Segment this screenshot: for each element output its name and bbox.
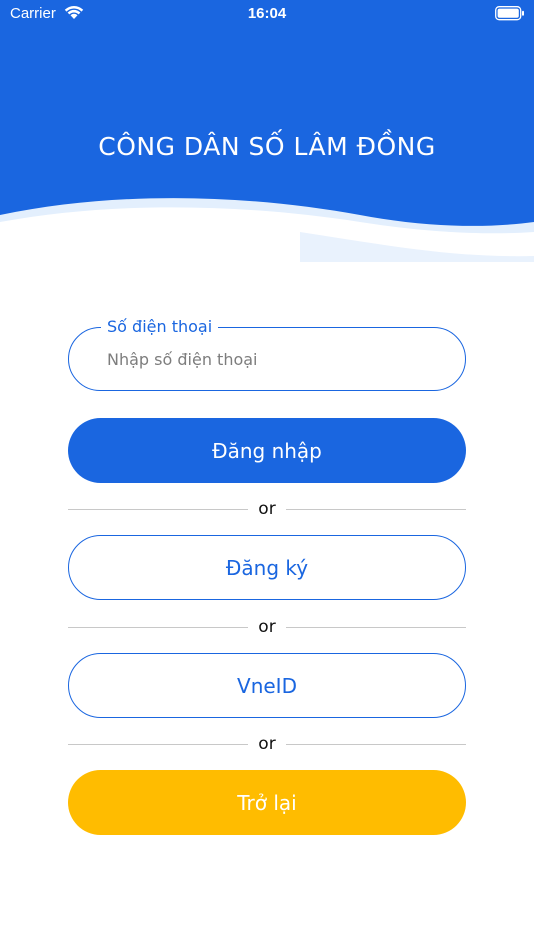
or-divider: or [68,733,466,757]
phone-field-label: Số điện thoại [101,316,219,338]
vneid-button[interactable]: VneID [68,653,466,718]
status-bar: Carrier 16:04 [0,0,534,28]
divider-line [286,744,466,745]
register-button[interactable]: Đăng ký [68,535,466,600]
or-divider: or [68,498,466,522]
or-divider: or [68,616,466,640]
header-banner: Carrier 16:04 CÔNG DÂN SỐ LÂM ĐỒNG [0,0,534,262]
divider-line [286,509,466,510]
clock: 16:04 [247,5,287,22]
phone-field: Số điện thoại [68,316,466,391]
back-button[interactable]: Trở lại [68,770,466,835]
header-wave-background [0,0,534,262]
login-screen: Carrier 16:04 CÔNG DÂN SỐ LÂM ĐỒNG Số đi… [0,0,534,950]
app-title: CÔNG DÂN SỐ LÂM ĐỒNG [98,132,436,161]
login-button[interactable]: Đăng nhập [68,418,466,483]
divider-line [286,627,466,628]
phone-input[interactable] [107,344,437,374]
